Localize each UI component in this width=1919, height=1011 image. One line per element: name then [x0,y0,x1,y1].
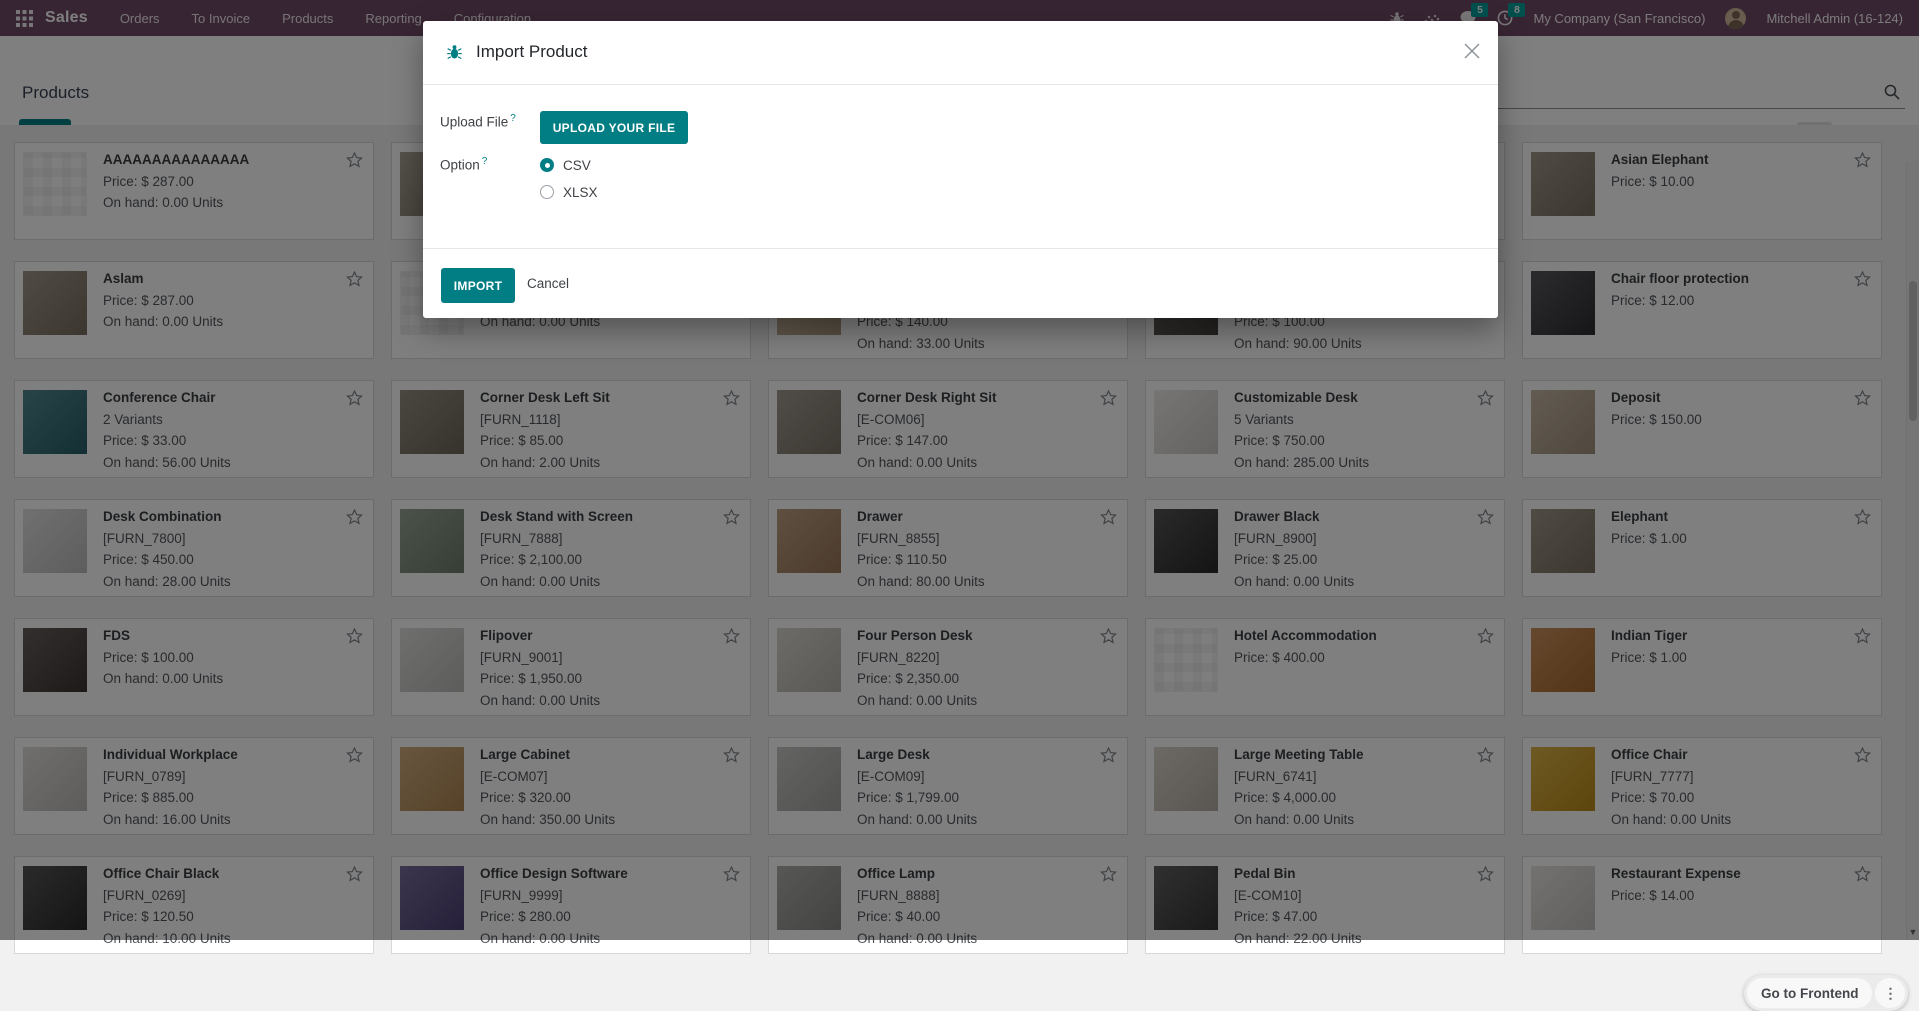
upload-file-label-text: Upload File [440,115,508,130]
help-question-icon[interactable]: ? [482,156,488,167]
dialog-header: Import Product [423,21,1498,85]
go-to-frontend-button[interactable]: Go to Frontend [1747,978,1872,1008]
radio-label: XLSX [563,185,598,200]
frontend-switcher: Go to Frontend ⋮ [1744,975,1908,1011]
close-icon[interactable] [1460,39,1484,63]
dialog-footer: IMPORT Cancel [423,248,1498,318]
kebab-menu-icon[interactable]: ⋮ [1875,978,1905,1008]
upload-file-label: Upload File? [440,113,516,130]
help-question-icon[interactable]: ? [510,113,516,124]
debug-bug-icon[interactable] [447,44,462,65]
import-button[interactable]: IMPORT [441,268,515,303]
radio-selected-icon[interactable] [540,158,554,172]
radio-unselected-icon[interactable] [540,185,554,199]
radio-label: CSV [563,158,591,173]
import-product-dialog: Import Product Upload File? UPLOAD YOUR … [423,21,1498,318]
upload-your-file-button[interactable]: UPLOAD YOUR FILE [540,111,688,144]
option-label-text: Option [440,158,480,173]
option-radio-xlsx[interactable]: XLSX [540,184,598,200]
cancel-button[interactable]: Cancel [527,276,569,291]
option-label: Option? [440,156,487,173]
option-radio-csv[interactable]: CSV [540,157,591,173]
dialog-title: Import Product [476,42,588,62]
